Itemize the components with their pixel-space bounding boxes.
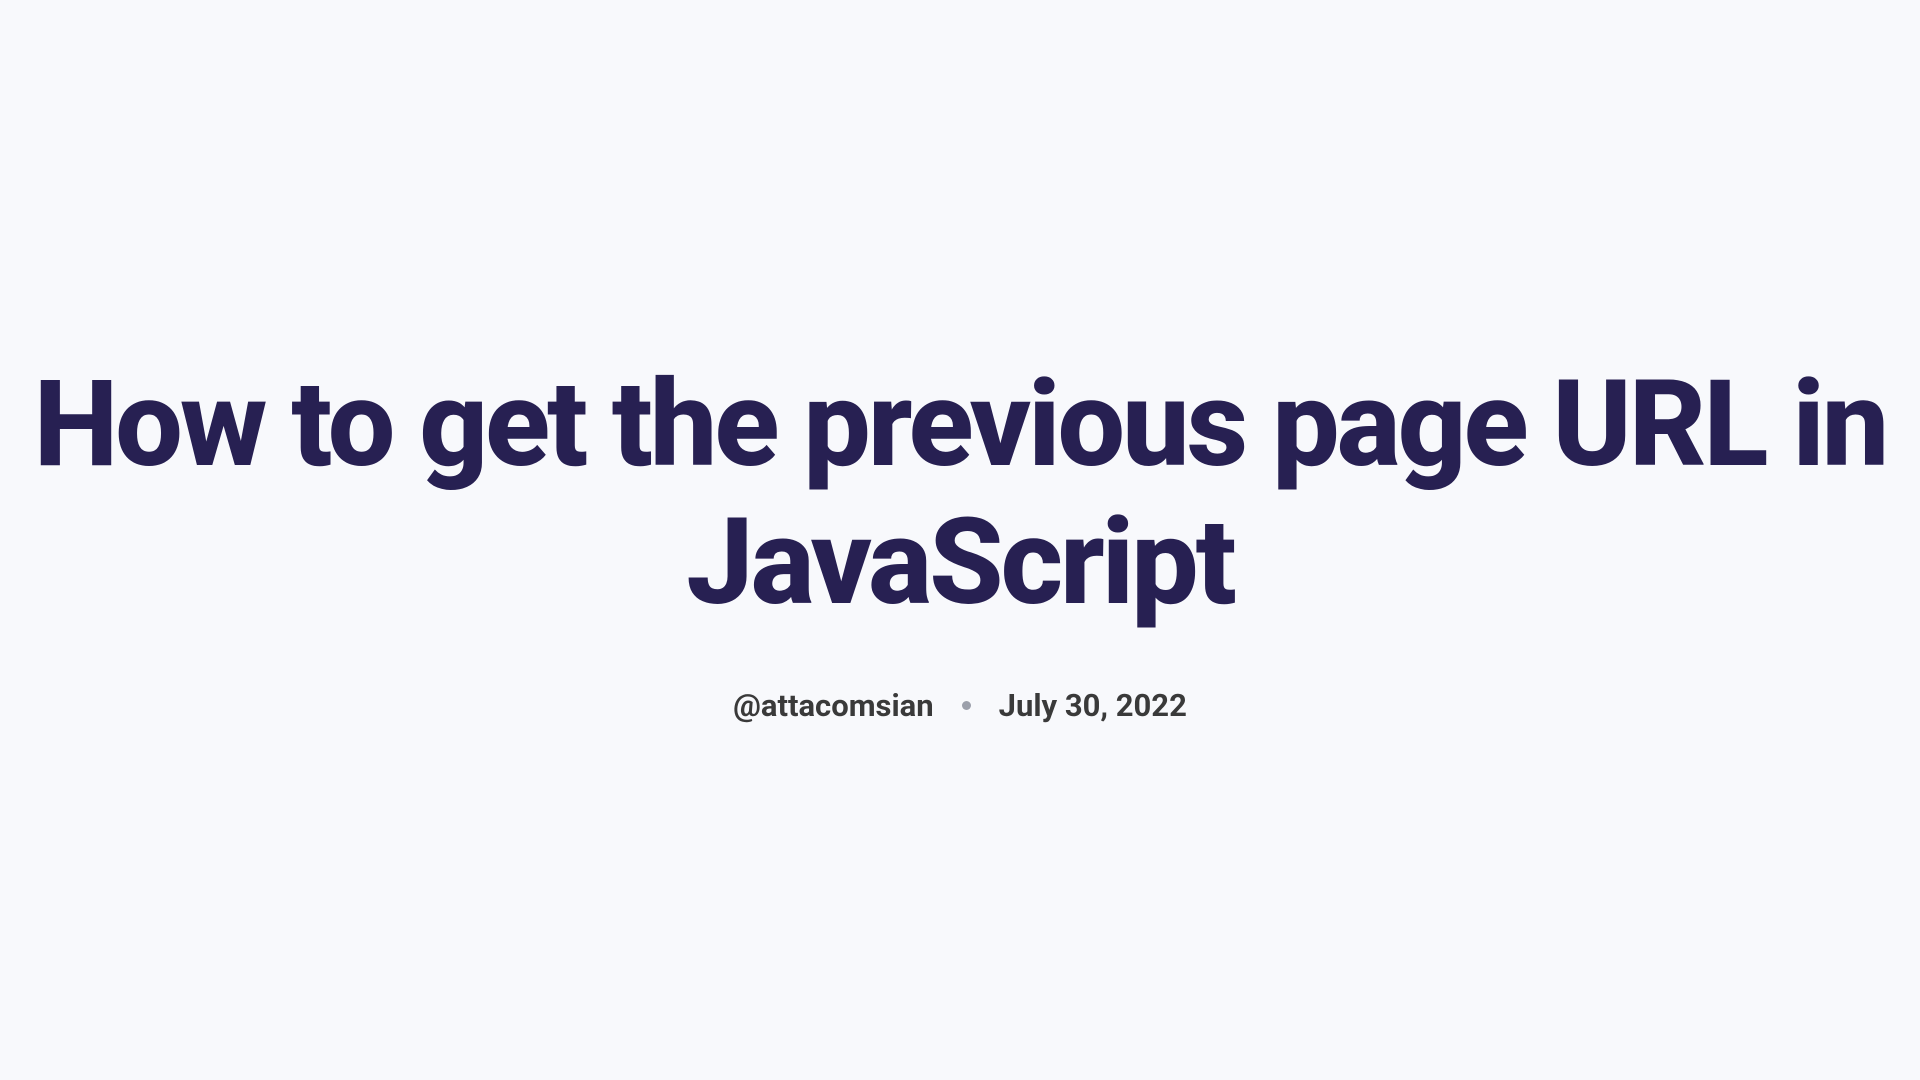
- article-meta: @attacomsian July 30, 2022: [733, 687, 1187, 724]
- separator-dot-icon: [962, 701, 971, 710]
- author-handle: @attacomsian: [733, 687, 934, 724]
- article-header: How to get the previous page URL in Java…: [0, 356, 1920, 724]
- publish-date: July 30, 2022: [999, 687, 1187, 724]
- article-title: How to get the previous page URL in Java…: [0, 356, 1920, 632]
